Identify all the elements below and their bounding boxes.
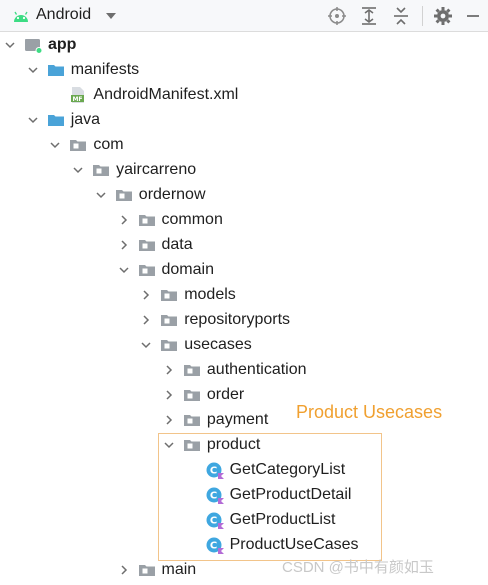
annotation-label: Product Usecases [296, 402, 443, 422]
tree-item[interactable]: models [0, 283, 488, 308]
gear-icon[interactable] [432, 5, 454, 27]
chevron-down-icon[interactable] [27, 114, 39, 126]
chevron-down-icon[interactable] [118, 264, 130, 276]
package-icon [161, 340, 178, 351]
package-icon [115, 190, 132, 201]
chevron-down-icon[interactable] [95, 189, 107, 201]
locate-icon[interactable] [326, 5, 348, 27]
package-icon [93, 165, 110, 176]
tree-item-label: data [161, 236, 193, 253]
chevron-down-icon[interactable] [104, 10, 118, 22]
chevron-right-icon[interactable] [118, 564, 130, 576]
tree-item-label: usecases [184, 336, 252, 353]
chevron-right-icon[interactable] [140, 314, 152, 326]
tree-item[interactable]: java [0, 108, 488, 133]
tree-item-label: payment [206, 411, 269, 428]
watermark: CSDN @书中有颜如玉 [282, 559, 434, 576]
tree-item[interactable]: com [0, 133, 488, 158]
package-icon [138, 240, 155, 251]
tree-item[interactable]: domain [0, 258, 488, 283]
tree-item-label: ordernow [138, 186, 206, 203]
tree-item[interactable]: manifests [0, 58, 488, 83]
android-icon [14, 11, 28, 22]
hide-panel-icon[interactable] [462, 5, 484, 27]
tree-item-label: authentication [206, 361, 307, 378]
package-icon [183, 415, 200, 426]
tree-item-label: repositoryports [184, 311, 291, 328]
package-icon [70, 140, 87, 151]
tree-item-label: AndroidManifest.xml [93, 86, 239, 103]
tree-item[interactable]: data [0, 233, 488, 258]
tree-item-label: models [184, 286, 236, 303]
folder-icon [47, 65, 64, 76]
view-selector-label[interactable]: Android [36, 6, 91, 24]
highlight-box [158, 433, 382, 561]
chevron-down-icon[interactable] [49, 139, 61, 151]
tree-item[interactable]: repositoryports [0, 308, 488, 333]
tree-item[interactable]: authentication [0, 358, 488, 383]
tree-item-label: java [70, 111, 101, 128]
tree-item-label: app [48, 36, 77, 53]
package-icon [161, 290, 178, 301]
svg-text:MF: MF [73, 96, 83, 103]
tree-item-label: order [206, 386, 245, 403]
tree-item-label: com [93, 136, 124, 153]
chevron-right-icon[interactable] [118, 214, 130, 226]
chevron-right-icon[interactable] [163, 389, 175, 401]
tree-item[interactable]: usecases [0, 333, 488, 358]
package-icon [183, 365, 200, 376]
tree-item[interactable]: ordernow [0, 183, 488, 208]
chevron-down-icon[interactable] [27, 64, 39, 76]
tree-item-label: common [161, 211, 223, 228]
toolbar-divider [422, 6, 423, 26]
chevron-right-icon[interactable] [118, 239, 130, 251]
package-icon [138, 265, 155, 276]
tree-item[interactable]: MF AndroidManifest.xml [0, 83, 488, 108]
chevron-down-icon[interactable] [140, 339, 152, 351]
manifest-file-icon: MF [71, 87, 85, 103]
chevron-down-icon[interactable] [4, 39, 16, 51]
expand-all-icon[interactable] [358, 5, 380, 27]
chevron-right-icon[interactable] [163, 364, 175, 376]
tree-item[interactable]: yaircarreno [0, 158, 488, 183]
tree-item-label: manifests [70, 61, 140, 78]
package-icon [138, 565, 155, 576]
chevron-right-icon[interactable] [140, 289, 152, 301]
tree-item[interactable]: common [0, 208, 488, 233]
package-icon [183, 390, 200, 401]
chevron-down-icon[interactable] [72, 164, 84, 176]
folder-icon [47, 115, 64, 126]
project-toolbar: Android [0, 0, 488, 32]
collapse-all-icon[interactable] [390, 5, 412, 27]
package-icon [138, 215, 155, 226]
tree-item-label: domain [161, 261, 214, 278]
tree-item[interactable]: app [0, 33, 488, 58]
module-icon [25, 39, 42, 54]
tree-item-label: main [161, 561, 197, 578]
tree-item-label: yaircarreno [116, 161, 197, 178]
package-icon [161, 315, 178, 326]
chevron-right-icon[interactable] [163, 414, 175, 426]
